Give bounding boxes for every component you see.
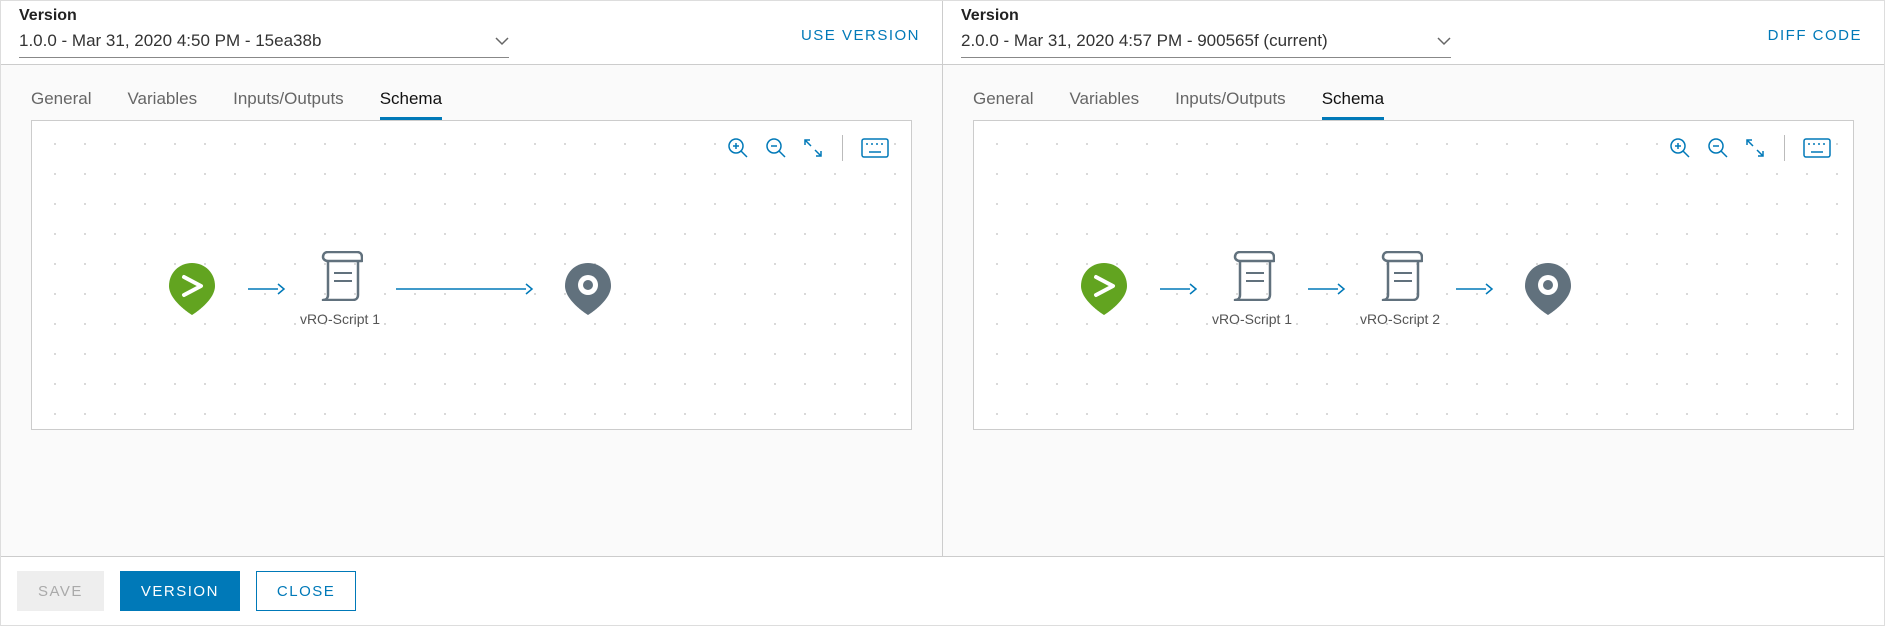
script-node[interactable]: vRO-Script 2 <box>1360 251 1440 327</box>
canvas-toolbar-right <box>1664 135 1835 161</box>
node-label: vRO-Script 1 <box>300 311 380 327</box>
flow-arrow-icon <box>1292 281 1360 297</box>
keyboard-icon[interactable] <box>861 138 889 158</box>
canvas-toolbar-left <box>722 135 893 161</box>
footer-bar: SAVE VERSION CLOSE <box>1 556 1884 625</box>
right-pane: General Variables Inputs/Outputs Schema … <box>942 65 1884 556</box>
left-header: Version 1.0.0 - Mar 31, 2020 4:50 PM - 1… <box>1 1 942 64</box>
tab-variables[interactable]: Variables <box>127 89 197 120</box>
chevron-down-icon <box>495 36 509 46</box>
use-version-button[interactable]: USE VERSION <box>801 27 920 44</box>
right-version-text: 2.0.0 - Mar 31, 2020 4:57 PM - 900565f (… <box>961 31 1425 51</box>
version-label-left: Version <box>19 7 924 25</box>
node-label: vRO-Script 2 <box>1360 311 1440 327</box>
version-label-right: Version <box>961 7 1866 25</box>
fit-icon[interactable] <box>802 137 824 159</box>
top-bar: Version 1.0.0 - Mar 31, 2020 4:50 PM - 1… <box>1 1 1884 65</box>
right-tabs: General Variables Inputs/Outputs Schema <box>973 89 1854 120</box>
tab-general[interactable]: General <box>973 89 1033 120</box>
left-canvas[interactable]: vRO-Script 1 <box>31 120 912 430</box>
chevron-down-icon <box>1437 36 1451 46</box>
close-button[interactable]: CLOSE <box>256 571 356 611</box>
flow-arrow-icon <box>1144 281 1212 297</box>
keyboard-icon[interactable] <box>1803 138 1831 158</box>
right-header: Version 2.0.0 - Mar 31, 2020 4:57 PM - 9… <box>942 1 1884 64</box>
version-button[interactable]: VERSION <box>120 571 240 611</box>
right-canvas[interactable]: vRO-Script 1 vRO-Script 2 <box>973 120 1854 430</box>
tab-general[interactable]: General <box>31 89 91 120</box>
left-tabs: General Variables Inputs/Outputs Schema <box>31 89 912 120</box>
zoom-in-icon[interactable] <box>1668 136 1692 160</box>
right-version-selector[interactable]: 2.0.0 - Mar 31, 2020 4:57 PM - 900565f (… <box>961 27 1451 58</box>
save-button: SAVE <box>17 571 104 611</box>
zoom-out-icon[interactable] <box>1706 136 1730 160</box>
zoom-out-icon[interactable] <box>764 136 788 160</box>
node-label: vRO-Script 1 <box>1212 311 1292 327</box>
left-version-text: 1.0.0 - Mar 31, 2020 4:50 PM - 15ea38b <box>19 31 483 51</box>
content-row: General Variables Inputs/Outputs Schema … <box>1 65 1884 556</box>
left-pane: General Variables Inputs/Outputs Schema … <box>1 65 942 556</box>
diff-code-button[interactable]: DIFF CODE <box>1768 27 1862 44</box>
tab-inputs-outputs[interactable]: Inputs/Outputs <box>233 89 344 120</box>
script-node[interactable]: vRO-Script 1 <box>1212 251 1292 327</box>
right-flow: vRO-Script 1 vRO-Script 2 <box>1064 251 1588 327</box>
flow-arrow-icon <box>380 281 548 297</box>
end-node[interactable] <box>1508 261 1588 317</box>
flow-arrow-icon <box>232 281 300 297</box>
left-version-selector[interactable]: 1.0.0 - Mar 31, 2020 4:50 PM - 15ea38b <box>19 27 509 58</box>
start-node[interactable] <box>1064 261 1144 317</box>
end-node[interactable] <box>548 261 628 317</box>
tab-schema[interactable]: Schema <box>1322 89 1384 120</box>
zoom-in-icon[interactable] <box>726 136 750 160</box>
tab-inputs-outputs[interactable]: Inputs/Outputs <box>1175 89 1286 120</box>
start-node[interactable] <box>152 261 232 317</box>
fit-icon[interactable] <box>1744 137 1766 159</box>
tab-variables[interactable]: Variables <box>1069 89 1139 120</box>
left-flow: vRO-Script 1 <box>152 251 628 327</box>
version-diff-view: Version 1.0.0 - Mar 31, 2020 4:50 PM - 1… <box>0 0 1885 626</box>
script-node[interactable]: vRO-Script 1 <box>300 251 380 327</box>
toolbar-divider <box>1784 135 1785 161</box>
flow-arrow-icon <box>1440 281 1508 297</box>
toolbar-divider <box>842 135 843 161</box>
tab-schema[interactable]: Schema <box>380 89 442 120</box>
